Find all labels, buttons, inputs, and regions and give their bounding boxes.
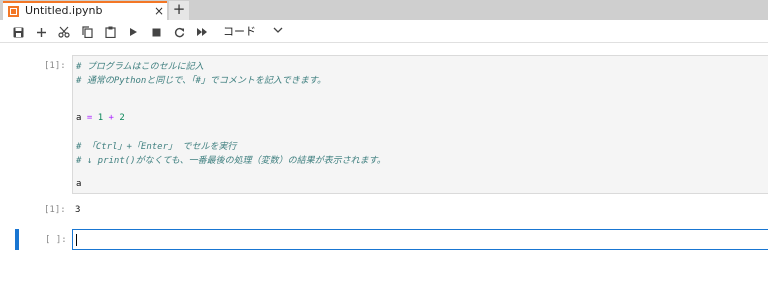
comment-text: # 「Ctrl」+「Enter」 でセルを実行 — [76, 142, 237, 152]
copy-icon[interactable] — [79, 24, 95, 40]
comment-text: # ↓ print()がなくても、一番最後の処理（変数）の結果が表示されます。 — [76, 156, 386, 166]
variable-name: a — [76, 113, 82, 123]
tab-bar: Untitled.ipynb × + — [0, 0, 768, 20]
stop-icon[interactable] — [148, 24, 164, 40]
tab-title: Untitled.ipynb — [25, 4, 103, 17]
comment-text: # 通常のPythonと同じで、「#」でコメントを記入できます。 — [76, 76, 327, 86]
chevron-down-icon[interactable] — [273, 25, 283, 35]
run-all-icon[interactable] — [194, 24, 210, 40]
plus-operator: + — [108, 113, 114, 123]
empty-code-cell-editor[interactable] — [72, 229, 768, 250]
save-icon[interactable] — [10, 24, 26, 40]
code-line: # 通常のPythonと同じで、「#」でコメントを記入できます。 — [76, 73, 326, 86]
notebook-toolbar: コード — [0, 20, 768, 43]
cell-output-value: 3 — [75, 205, 81, 215]
paste-icon[interactable] — [102, 24, 118, 40]
code-line: # 「Ctrl」+「Enter」 でセルを実行 — [76, 139, 236, 152]
cell-type-select[interactable]: コード — [223, 23, 256, 39]
comment-text: # プログラムはこのセルに記入 — [76, 62, 204, 72]
run-icon[interactable] — [125, 24, 141, 40]
add-cell-icon[interactable] — [33, 24, 49, 40]
code-cell-editor[interactable]: # プログラムはこのセルに記入 # 通常のPythonと同じで、「#」でコメント… — [72, 55, 768, 194]
notebook-icon — [8, 6, 19, 17]
number-literal: 2 — [119, 113, 125, 123]
cut-icon[interactable] — [56, 24, 72, 40]
number-literal: 1 — [97, 113, 104, 123]
notebook-tab[interactable]: Untitled.ipynb × — [3, 1, 167, 20]
empty-cell-prompt: [ ]: — [45, 235, 67, 245]
restart-icon[interactable] — [171, 24, 187, 40]
variable-name: a — [76, 179, 82, 189]
new-tab-button[interactable]: + — [169, 1, 189, 20]
code-line: a = 1 + 2 — [76, 113, 125, 123]
cell-input-prompt: [1]: — [44, 61, 66, 71]
active-cell-indicator — [15, 229, 19, 250]
code-line: # プログラムはこのセルに記入 — [76, 59, 204, 72]
assign-operator: = — [86, 113, 93, 123]
cell-output-prompt: [1]: — [44, 205, 66, 215]
text-cursor — [76, 234, 77, 246]
code-line: # ↓ print()がなくても、一番最後の処理（変数）の結果が表示されます。 — [76, 153, 386, 166]
close-tab-icon[interactable]: × — [154, 4, 164, 18]
code-line: a — [76, 179, 81, 189]
